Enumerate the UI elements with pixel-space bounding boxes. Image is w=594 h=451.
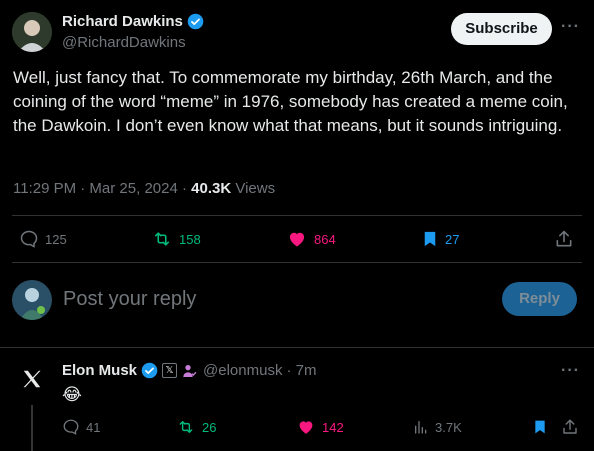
more-options-icon[interactable]: ··· <box>561 18 580 36</box>
tweet-text: Well, just fancy that. To commemorate my… <box>13 68 568 135</box>
reply-author-handle[interactable]: @elonmusk <box>203 362 282 379</box>
like-count: 864 <box>314 231 336 247</box>
divider <box>12 262 582 263</box>
reply-input[interactable]: Post your reply <box>63 288 196 311</box>
like-action[interactable]: 864 <box>286 229 336 249</box>
tweet-meta: 11:29 PM · Mar 25, 2024 · 40.3K Views <box>13 180 275 197</box>
analytics-icon <box>415 421 427 434</box>
reply-author-avatar[interactable] <box>12 359 52 399</box>
author-handle[interactable]: @RichardDawkins <box>62 34 186 51</box>
bookmark-action[interactable]: 27 <box>421 229 459 249</box>
retweet-count: 158 <box>179 231 201 247</box>
retweet-icon <box>179 421 193 433</box>
reply-text: 😂 <box>62 385 82 404</box>
heart-icon <box>299 421 313 434</box>
retweet-action[interactable]: 158 <box>151 229 201 249</box>
verified-badge-icon <box>187 13 204 30</box>
reply-more-options-icon[interactable]: ··· <box>561 362 580 380</box>
retweet-count: 26 <box>202 419 217 435</box>
reply-views-action[interactable]: 3.7K <box>413 418 462 436</box>
x-logo-icon <box>23 370 41 388</box>
author-avatar[interactable] <box>12 12 52 52</box>
reply-like-action[interactable]: 142 <box>296 418 344 436</box>
author-name[interactable]: Richard Dawkins <box>62 13 183 30</box>
reply-timestamp[interactable]: · 7m <box>286 362 316 379</box>
reply-icon <box>20 230 38 248</box>
reply-button[interactable]: Reply <box>502 282 577 316</box>
bookmark-count: 27 <box>445 231 460 247</box>
verified-badge-icon <box>141 362 158 379</box>
bookmark-icon <box>535 420 545 434</box>
user-avatar[interactable] <box>12 280 52 320</box>
views-count: 40.3K <box>191 180 232 197</box>
views-label: Views <box>231 180 276 197</box>
heart-icon <box>289 232 305 247</box>
bookmark-icon <box>424 231 436 247</box>
reply-count: 41 <box>86 419 101 435</box>
reply-reply-action[interactable]: 41 <box>62 418 100 436</box>
reply-action[interactable]: 125 <box>19 229 67 249</box>
share-action[interactable] <box>554 229 574 254</box>
reply-author-name[interactable]: Elon Musk <box>62 362 137 379</box>
divider <box>0 347 594 348</box>
divider <box>12 215 582 216</box>
thread-line <box>31 405 33 451</box>
share-icon <box>556 230 572 247</box>
subscribe-button[interactable]: Subscribe <box>451 13 552 45</box>
reply-bookmark-action[interactable] <box>532 418 548 441</box>
views-count: 3.7K <box>435 419 462 435</box>
government-badge-icon <box>183 364 197 377</box>
tweet-timestamp[interactable]: 11:29 PM · Mar 25, 2024 · <box>13 180 191 197</box>
reply-count: 125 <box>45 231 67 247</box>
share-icon <box>563 419 577 434</box>
reply-retweet-action[interactable]: 26 <box>176 418 216 436</box>
affiliation-badge: 𝕏 <box>162 363 178 378</box>
like-count: 142 <box>322 419 344 435</box>
retweet-icon <box>154 232 170 246</box>
reply-share-action[interactable] <box>561 418 579 441</box>
reply-icon <box>63 419 79 435</box>
